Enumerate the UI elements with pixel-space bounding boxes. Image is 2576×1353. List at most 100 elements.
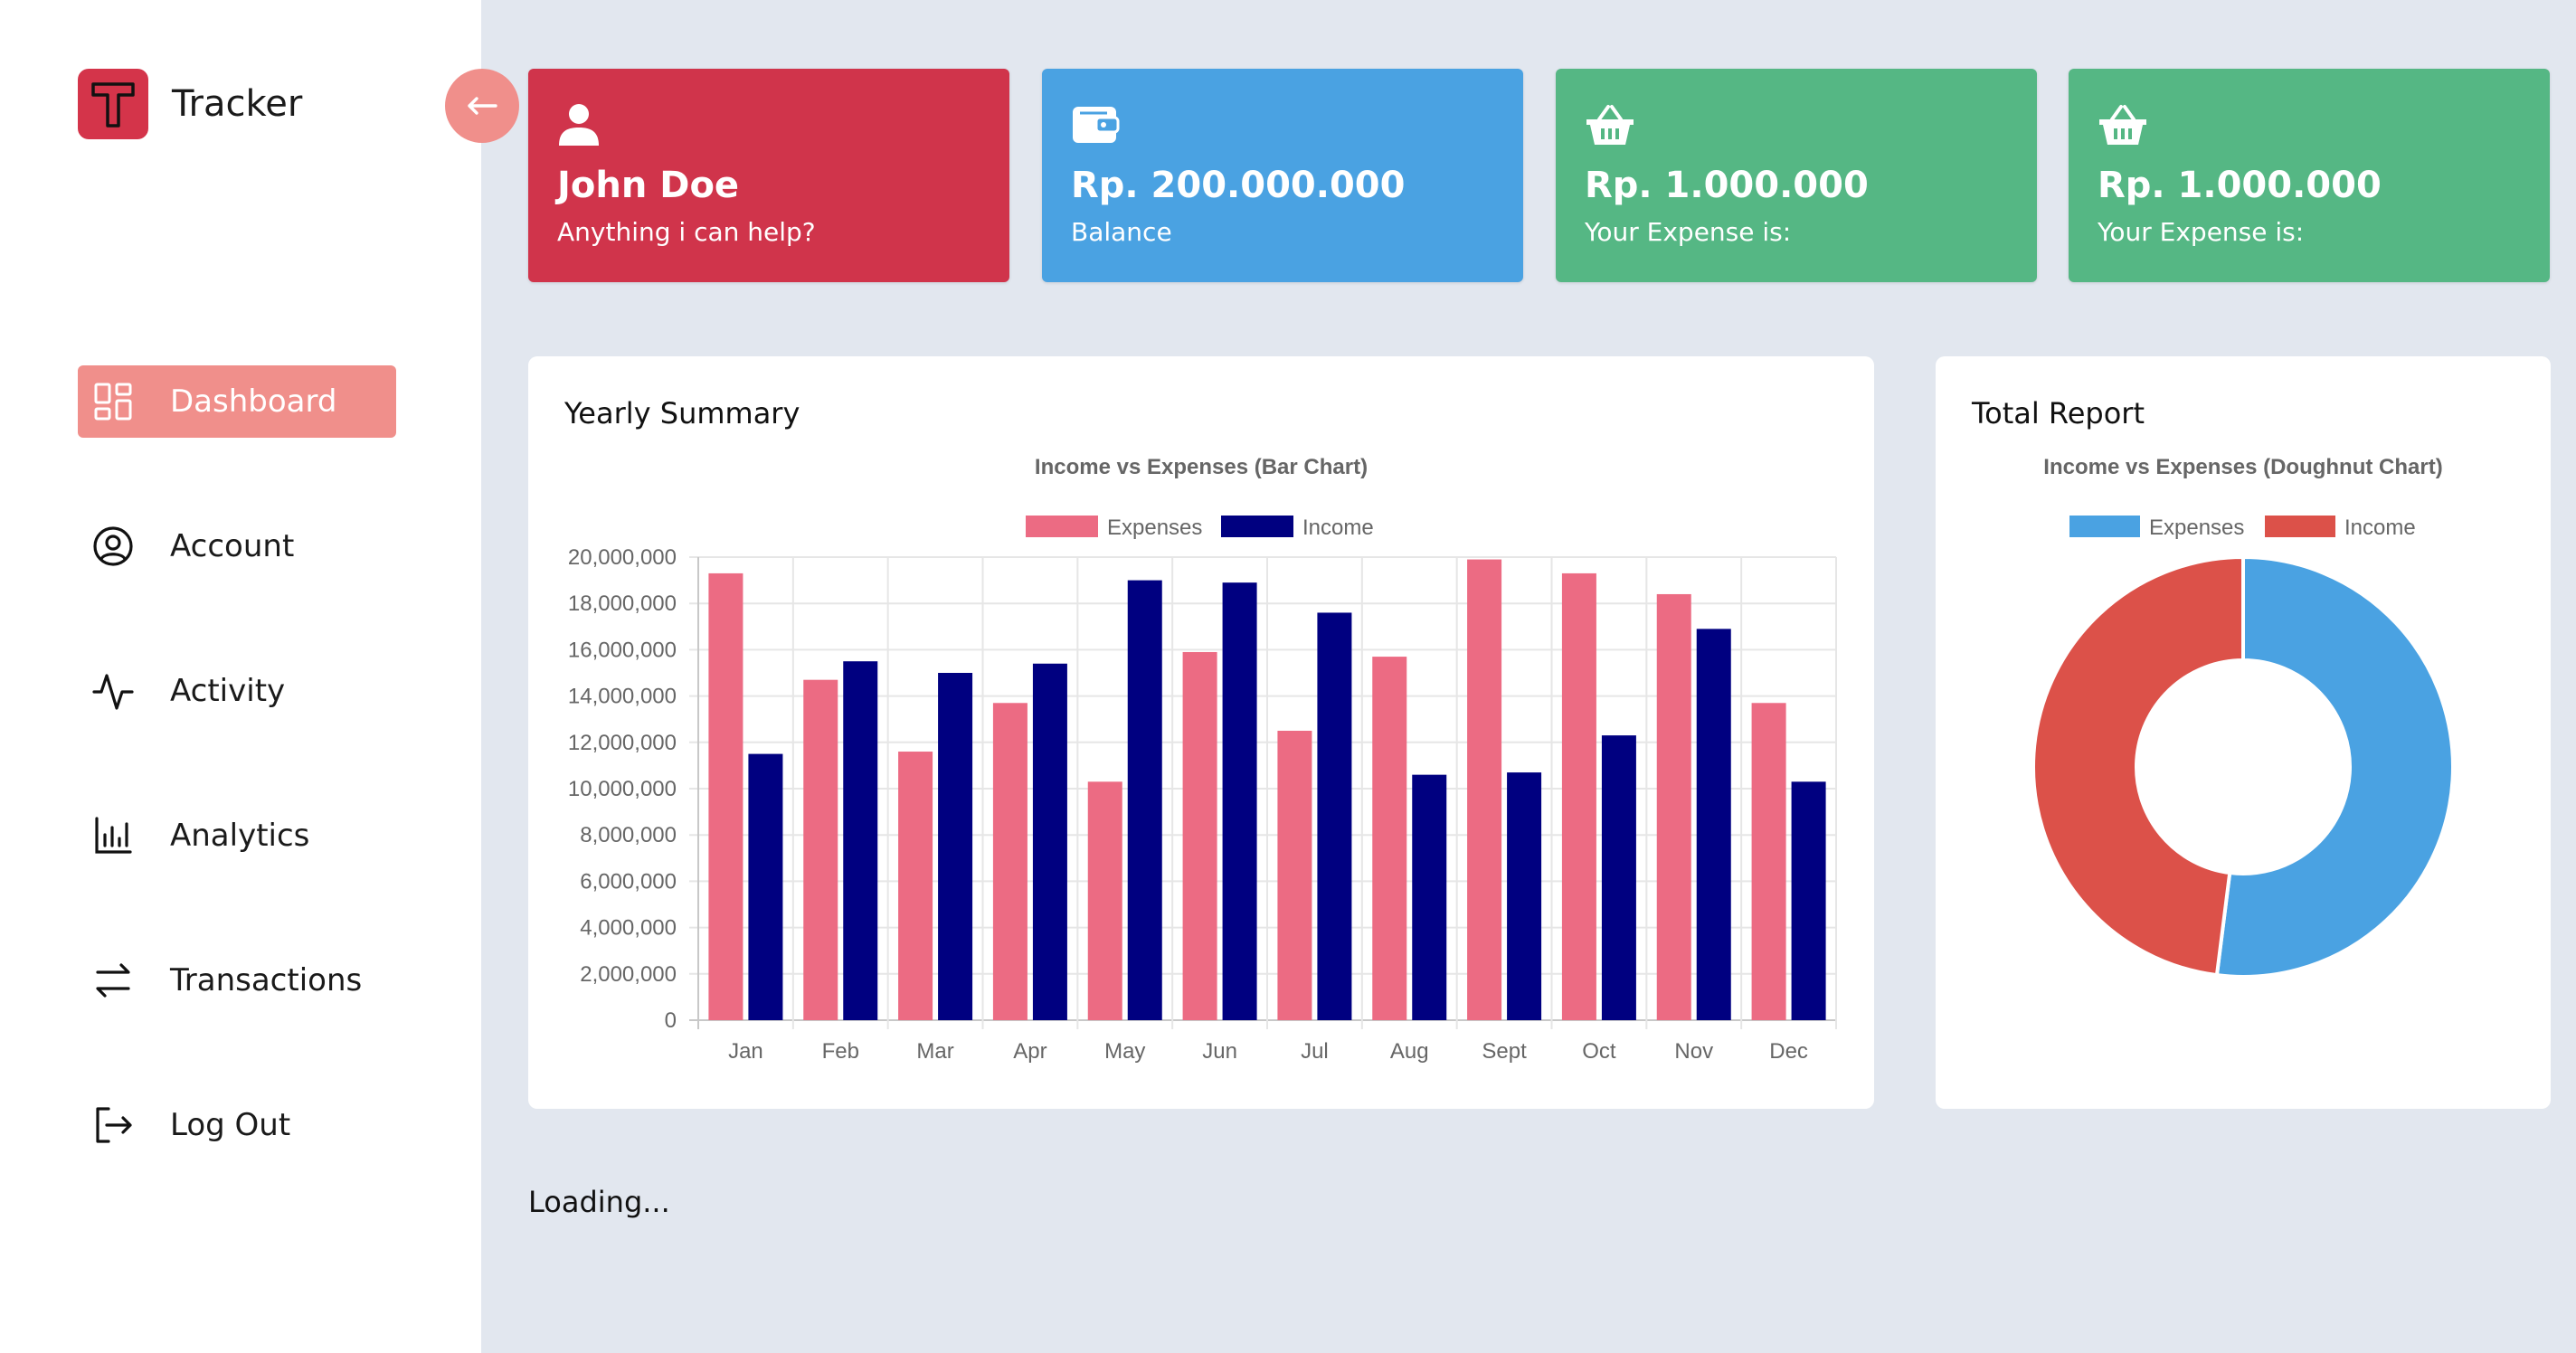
sidebar-item-account[interactable]: Account — [78, 510, 396, 582]
x-tick-label: Apr — [1013, 1039, 1046, 1064]
legend-label-income[interactable]: Income — [2344, 516, 2416, 540]
bar-income-oct[interactable] — [1601, 735, 1636, 1020]
basket-icon — [1585, 98, 2008, 152]
bar-expenses-jul[interactable] — [1277, 731, 1312, 1020]
sidebar-item-label: Transactions — [170, 962, 363, 998]
x-tick-label: Nov — [1674, 1039, 1713, 1064]
y-tick-label: 0 — [665, 1008, 677, 1033]
bar-income-feb[interactable] — [843, 661, 878, 1020]
bar-expenses-mar[interactable] — [898, 752, 933, 1020]
legend-label-expenses[interactable]: Expenses — [2149, 516, 2244, 540]
legend-swatch-expenses — [1026, 516, 1098, 537]
bar-legend: Expenses Income — [1026, 516, 1374, 540]
bar-expenses-apr[interactable] — [992, 703, 1028, 1020]
card-subtitle: Your Expense is: — [2098, 217, 2305, 247]
total-report-panel: Income vs Expenses (Doughnut Chart) Expe… — [1936, 356, 2551, 1109]
legend-swatch-expenses — [2069, 516, 2140, 537]
y-tick-label: 16,000,000 — [568, 638, 677, 662]
card-title: Rp. 1.000.000 — [2098, 165, 2382, 206]
panel-title: Yearly Summary — [564, 396, 800, 430]
card-title: John Doe — [557, 165, 740, 206]
expense-card: Rp. 1.000.000 Your Expense is: — [2069, 69, 2550, 282]
sidebar-item-analytics[interactable]: Analytics — [78, 800, 396, 872]
y-tick-label: 20,000,000 — [568, 545, 677, 570]
x-tick-label: May — [1104, 1039, 1145, 1064]
x-tick-label: Dec — [1769, 1039, 1808, 1064]
legend-swatch-income — [1221, 516, 1293, 537]
swap-icon — [92, 960, 134, 1001]
sidebar-item-label: Account — [170, 528, 295, 564]
bar-expenses-sept[interactable] — [1467, 559, 1502, 1020]
bar-expenses-nov[interactable] — [1656, 593, 1691, 1020]
brand-name: Tracker — [172, 83, 303, 125]
x-tick-label: Feb — [822, 1039, 859, 1064]
logout-icon — [92, 1104, 134, 1146]
dashboard-icon — [92, 381, 134, 422]
basket-icon — [2098, 98, 2521, 152]
bar-expenses-aug[interactable] — [1372, 657, 1407, 1020]
legend-swatch-income — [2265, 516, 2335, 537]
card-title: Rp. 1.000.000 — [1585, 165, 1869, 206]
card-title: Rp. 200.000.000 — [1071, 165, 1406, 206]
doughnut-chart: Income vs Expenses (Doughnut Chart) Expe… — [2031, 455, 2455, 979]
slice-expenses[interactable] — [2214, 554, 2455, 979]
activity-icon — [92, 670, 134, 712]
x-tick-label: Jan — [728, 1039, 763, 1064]
bar-income-jun[interactable] — [1222, 582, 1257, 1020]
x-tick-label: Jul — [1301, 1039, 1329, 1064]
slice-income[interactable] — [2031, 554, 2245, 978]
user-circle-icon — [92, 525, 134, 567]
tracker-logo-icon — [78, 69, 148, 139]
y-tick-label: 10,000,000 — [568, 777, 677, 801]
bar-expenses-jan[interactable] — [708, 572, 743, 1020]
bar-income-dec[interactable] — [1791, 781, 1826, 1020]
y-tick-label: 18,000,000 — [568, 591, 677, 616]
bar-expenses-oct[interactable] — [1561, 572, 1596, 1020]
sidebar: Tracker Dashboard Account Activity Analy… — [0, 0, 481, 1353]
bar-income-apr[interactable] — [1032, 663, 1067, 1020]
legend-label-income[interactable]: Income — [1302, 516, 1374, 540]
sidebar-item-label: Analytics — [170, 818, 310, 854]
bar-expenses-feb[interactable] — [803, 679, 838, 1020]
sidebar-item-label: Log Out — [170, 1107, 291, 1143]
expense-card: Rp. 1.000.000 Your Expense is: — [1556, 69, 2037, 282]
card-subtitle: Balance — [1071, 217, 1172, 247]
y-tick-label: 2,000,000 — [580, 962, 677, 987]
balance-card: Rp. 200.000.000 Balance — [1042, 69, 1523, 282]
sidebar-item-activity[interactable]: Activity — [78, 655, 396, 727]
bar-income-may[interactable] — [1127, 580, 1162, 1020]
legend-label-expenses[interactable]: Expenses — [1107, 516, 1202, 540]
pie-legend: Expenses Income — [2069, 516, 2416, 540]
bar-expenses-may[interactable] — [1087, 781, 1122, 1020]
arrow-left-icon — [468, 97, 497, 115]
x-tick-label: Aug — [1390, 1039, 1429, 1064]
collapse-sidebar-button[interactable] — [445, 69, 519, 143]
bar-income-jul[interactable] — [1317, 612, 1352, 1020]
brand[interactable]: Tracker — [78, 69, 302, 139]
y-tick-label: 12,000,000 — [568, 731, 677, 755]
profile-card: John Doe Anything i can help? — [528, 69, 1009, 282]
sidebar-item-dashboard[interactable]: Dashboard — [78, 365, 396, 438]
bar-chart-icon — [92, 815, 134, 856]
bar-income-aug[interactable] — [1412, 774, 1447, 1020]
user-icon — [557, 98, 980, 152]
wallet-icon — [1071, 98, 1494, 152]
card-subtitle: Anything i can help? — [557, 217, 816, 247]
x-tick-label: Jun — [1202, 1039, 1237, 1064]
bar-expenses-jun[interactable] — [1182, 651, 1217, 1020]
loading-text: Loading... — [528, 1185, 670, 1219]
sidebar-item-transactions[interactable]: Transactions — [78, 944, 396, 1017]
bar-income-mar[interactable] — [938, 673, 973, 1020]
panel-title: Total Report — [1972, 396, 2145, 430]
bar-income-sept[interactable] — [1507, 772, 1542, 1020]
y-tick-label: 14,000,000 — [568, 685, 677, 709]
bar-income-nov[interactable] — [1696, 629, 1731, 1020]
sidebar-item-label: Dashboard — [170, 383, 337, 420]
sidebar-item-logout[interactable]: Log Out — [78, 1089, 396, 1161]
x-tick-label: Sept — [1482, 1039, 1527, 1064]
y-tick-label: 8,000,000 — [580, 823, 677, 847]
chart-title: Income vs Expenses (Bar Chart) — [1035, 455, 1368, 479]
bar-income-jan[interactable] — [748, 753, 783, 1020]
card-subtitle: Your Expense is: — [1585, 217, 1792, 247]
bar-expenses-dec[interactable] — [1751, 703, 1786, 1020]
